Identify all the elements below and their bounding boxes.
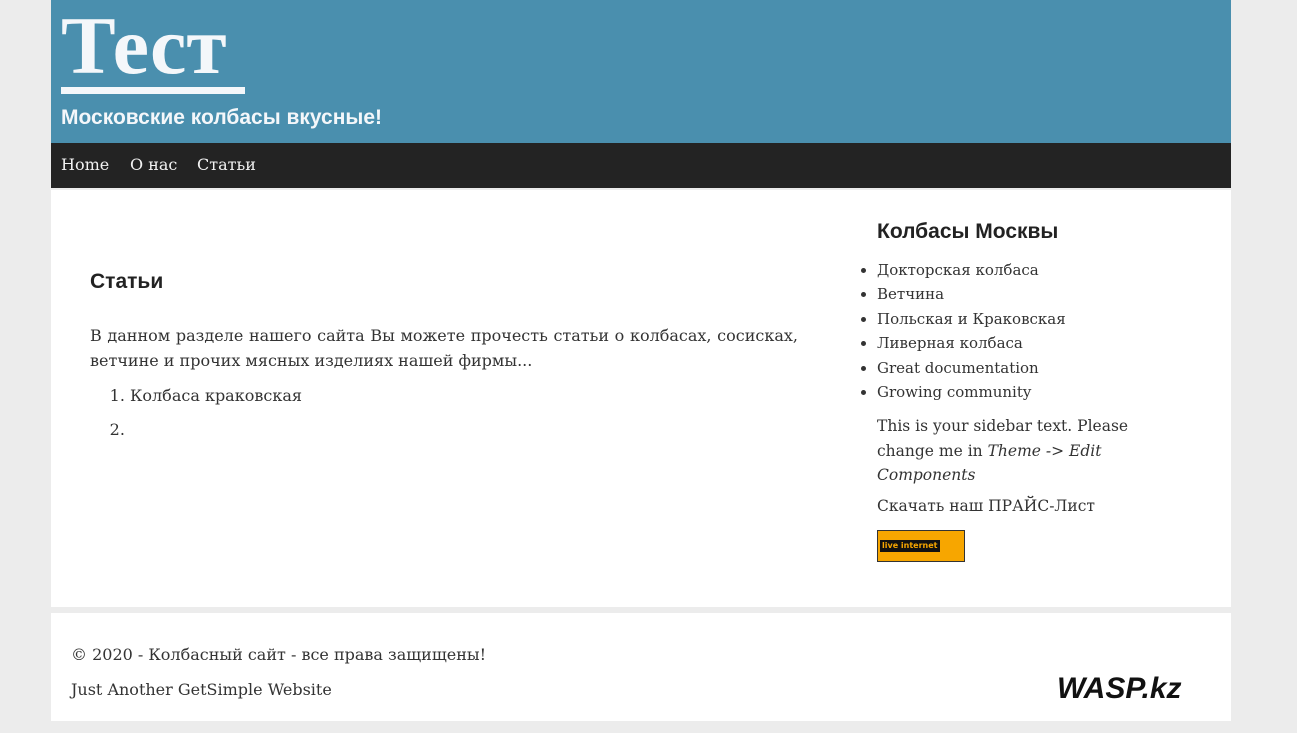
site-title-underline [61,87,245,94]
site-header: Тест Московские колбасы вкусные! [51,0,1231,143]
sidebar-item-community: Growing community [877,380,1066,404]
sidebar-item-polskaya: Польская и Краковская [877,307,1066,331]
page-title: Статьи [90,270,164,293]
sidebar-item-vetchina: Ветчина [877,282,1066,306]
article-list-item [130,417,302,451]
footer-copyright: © 2020 - Колбасный сайт - все права защи… [71,645,487,664]
liveinternet-counter[interactable]: live internet [877,530,965,562]
article-list-item[interactable]: Колбаса краковская [130,383,302,417]
main-nav: Home О нас Статьи [51,143,1231,188]
nav-home[interactable]: Home [61,155,109,174]
sidebar-item-documentation: Great documentation [877,356,1066,380]
sidebar-title: Колбасы Москвы [877,220,1059,243]
price-list-link[interactable]: Скачать наш ПРАЙС-Лист [877,497,1095,515]
main-area: Статьи В данном разделе нашего сайта Вы … [51,190,1231,607]
page: Тест Московские колбасы вкусные! Home О … [51,0,1231,733]
watermark-logo: WASP.kz [1057,672,1182,705]
site-footer: © 2020 - Колбасный сайт - все права защи… [51,613,1231,721]
liveinternet-counter-label: live internet [880,540,940,552]
sidebar-list: Докторская колбаса Ветчина Польская и Кр… [859,258,1066,404]
nav-articles[interactable]: Статьи [197,155,256,174]
sidebar-item-doktorskaya: Докторская колбаса [877,258,1066,282]
site-tagline: Московские колбасы вкусные! [61,106,383,129]
article-list: Колбаса краковская [90,383,302,451]
content-paragraph: В данном разделе нашего сайта Вы можете … [90,326,798,370]
nav-about[interactable]: О нас [130,155,177,174]
sidebar-item-livernaya: Ливерная колбаса [877,331,1066,355]
footer-powered-by: Just Another GetSimple Website [71,680,332,699]
site-title-link[interactable]: Тест [61,4,227,88]
sidebar-text: This is your sidebar text. Please change… [877,414,1167,488]
